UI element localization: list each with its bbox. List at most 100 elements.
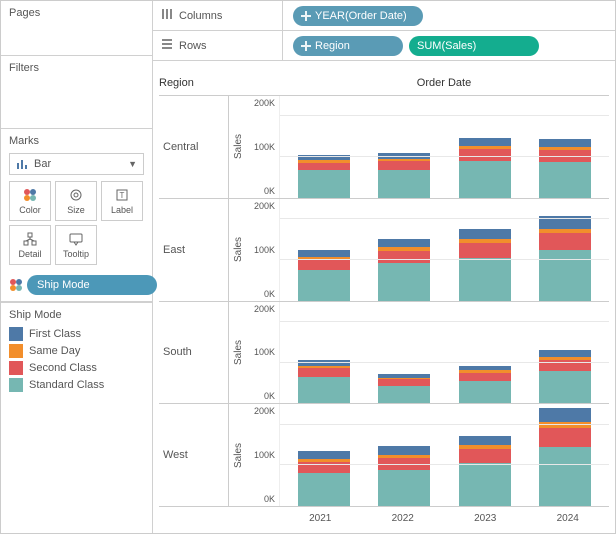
y-tick-label: 200K	[254, 304, 275, 314]
bar-segment[interactable]	[378, 251, 430, 264]
pages-panel: Pages	[1, 1, 152, 56]
pages-title: Pages	[9, 7, 144, 19]
caret-down-icon: ▼	[128, 159, 137, 169]
y-tick-label: 0K	[264, 494, 275, 504]
tooltip-button[interactable]: Tooltip	[55, 225, 97, 265]
bar-segment[interactable]	[459, 229, 511, 239]
detail-icon	[23, 231, 37, 247]
bar-segment[interactable]	[378, 470, 430, 506]
columns-shelf[interactable]: YEAR(Order Date)	[283, 1, 615, 30]
bars-cell	[279, 302, 609, 404]
bar-segment[interactable]	[378, 161, 430, 170]
tooltip-label: Tooltip	[63, 249, 89, 259]
date-header: Order Date	[279, 77, 609, 91]
bar-segment[interactable]	[539, 447, 591, 506]
rows-pill-region[interactable]: Region	[293, 36, 403, 56]
facet-row-label: West	[159, 404, 229, 506]
legend-label: Second Class	[29, 362, 97, 374]
x-tick-label: 2023	[474, 513, 496, 524]
rows-shelf-row: Rows Region SUM(Sales)	[153, 31, 615, 61]
color-button[interactable]: Color	[9, 181, 51, 221]
columns-icon	[161, 8, 173, 23]
bar-segment[interactable]	[378, 239, 430, 248]
y-tick-label: 100K	[254, 450, 275, 460]
bar-segment[interactable]	[378, 386, 430, 404]
bar-segment[interactable]	[459, 161, 511, 198]
detail-label: Detail	[18, 249, 41, 259]
bar-segment[interactable]	[378, 170, 430, 198]
columns-text: Columns	[179, 10, 222, 22]
bar-segment[interactable]	[539, 350, 591, 357]
y-tick-label: 200K	[254, 201, 275, 211]
legend-item[interactable]: Standard Class	[9, 378, 144, 392]
marks-type-dropdown[interactable]: Bar ▼	[9, 153, 144, 175]
color-icon	[23, 187, 37, 203]
bar-segment[interactable]	[539, 371, 591, 403]
bar-segment[interactable]	[378, 263, 430, 300]
bar-segment[interactable]	[539, 233, 591, 249]
legend-item[interactable]: Second Class	[9, 361, 144, 375]
filters-shelf[interactable]	[9, 78, 144, 122]
legend-label: First Class	[29, 328, 81, 340]
columns-pill-year[interactable]: YEAR(Order Date)	[293, 6, 423, 26]
bar-segment[interactable]	[298, 473, 350, 506]
legend-swatch	[9, 344, 23, 358]
rows-shelf[interactable]: Region SUM(Sales)	[283, 31, 615, 60]
bar-segment[interactable]	[298, 377, 350, 404]
region-header: Region	[159, 77, 229, 91]
bar-segment[interactable]	[459, 449, 511, 463]
shipmode-on-color[interactable]: Ship Mode	[9, 275, 157, 295]
legend-swatch	[9, 361, 23, 375]
legend-swatch	[9, 327, 23, 341]
bar-segment[interactable]	[298, 163, 350, 171]
legend-item[interactable]: Same Day	[9, 344, 144, 358]
bar-segment[interactable]	[378, 446, 430, 455]
legend-item[interactable]: First Class	[9, 327, 144, 341]
bar-segment[interactable]	[459, 138, 511, 146]
bar-segment[interactable]	[459, 258, 511, 301]
bar-segment[interactable]	[298, 368, 350, 377]
marks-type-label: Bar	[34, 158, 51, 170]
bar-segment[interactable]	[459, 381, 511, 404]
bar-segment[interactable]	[539, 162, 591, 198]
bar-segment[interactable]	[459, 149, 511, 161]
size-button[interactable]: Size	[55, 181, 97, 221]
bars-cell	[279, 199, 609, 301]
facet-row: SouthSales200K100K0K	[159, 302, 609, 405]
color-label: Color	[19, 205, 41, 215]
bar-segment[interactable]	[459, 243, 511, 258]
y-axis-title: Sales	[229, 302, 247, 404]
x-tick-label: 2022	[392, 513, 414, 524]
worksheet-area: Columns YEAR(Order Date) Rows Region	[153, 1, 615, 533]
rows-pill-region-label: Region	[315, 40, 350, 52]
marks-title: Marks	[9, 135, 144, 147]
detail-button[interactable]: Detail	[9, 225, 51, 265]
bar-segment[interactable]	[298, 260, 350, 270]
x-axis: 2021202220232024	[159, 507, 609, 529]
size-label: Size	[67, 205, 85, 215]
legend-label: Same Day	[29, 345, 80, 357]
bar-segment[interactable]	[539, 428, 591, 448]
marks-panel: Marks Bar ▼ Color Size T Label	[1, 129, 152, 302]
bar-segment[interactable]	[539, 139, 591, 147]
bar-segment[interactable]	[459, 436, 511, 446]
viz-canvas: Region Order Date CentralSales200K100K0K…	[153, 61, 615, 533]
label-button[interactable]: T Label	[101, 181, 143, 221]
bars-cell	[279, 404, 609, 506]
pages-shelf[interactable]	[9, 23, 144, 49]
bar-segment[interactable]	[298, 250, 350, 257]
app-root: Pages Filters Marks Bar ▼ Color Size	[0, 0, 616, 534]
bar-segment[interactable]	[459, 463, 511, 506]
rows-pill-sales[interactable]: SUM(Sales)	[409, 36, 539, 56]
bar-segment[interactable]	[298, 451, 350, 459]
bar-segment[interactable]	[459, 373, 511, 381]
x-tick-label: 2024	[557, 513, 579, 524]
bar-segment[interactable]	[539, 408, 591, 422]
legend-title: Ship Mode	[9, 309, 144, 321]
bar-segment[interactable]	[298, 170, 350, 197]
bar-segment[interactable]	[298, 270, 350, 300]
y-tick-label: 0K	[264, 289, 275, 299]
bar-segment[interactable]	[539, 250, 591, 301]
viz-header: Region Order Date	[159, 69, 609, 91]
y-tick-label: 100K	[254, 142, 275, 152]
